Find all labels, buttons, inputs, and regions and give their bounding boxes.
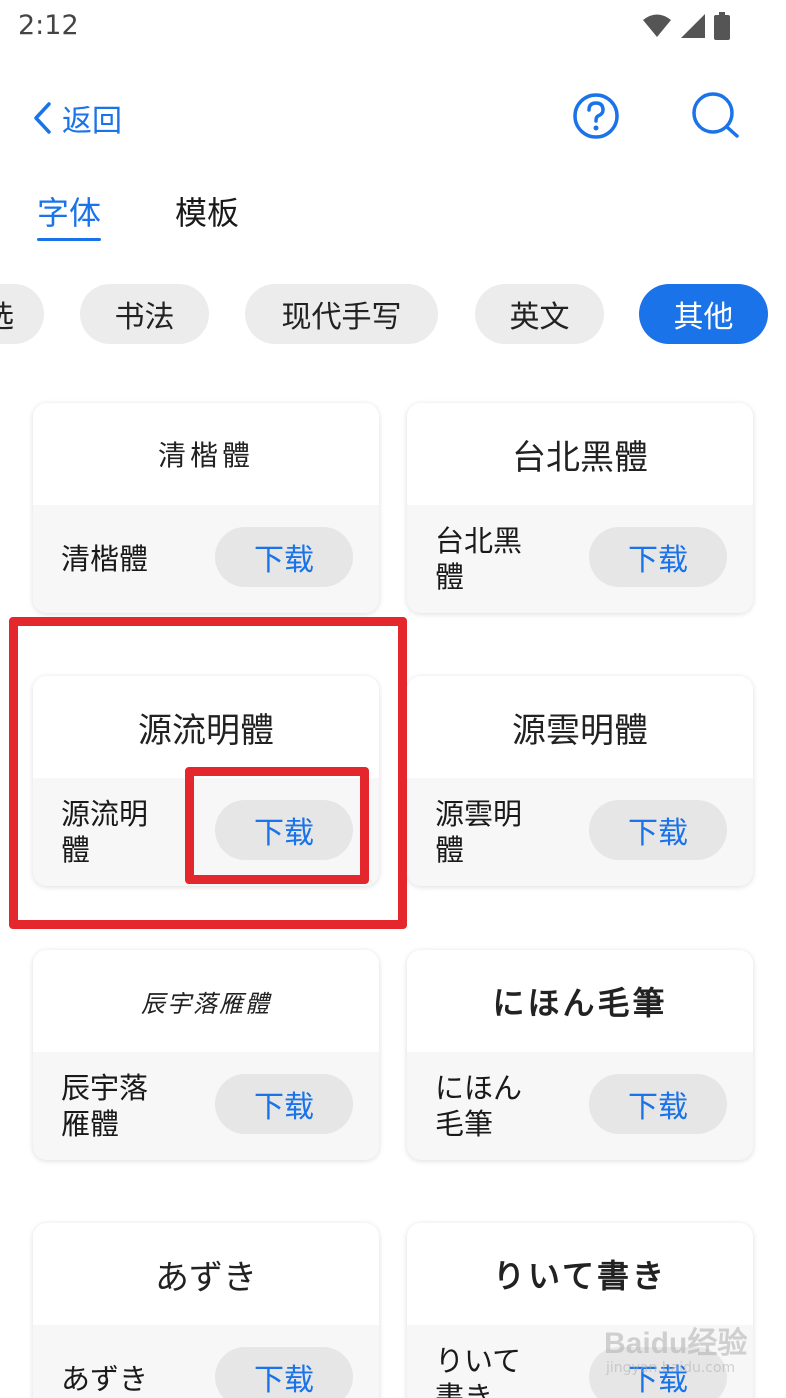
font-name: にほん毛筆 [435,1071,523,1141]
font-card[interactable]: 源流明體 源流明體 下载 [33,676,379,886]
chip-english[interactable]: 英文 [475,284,604,344]
tab-templates[interactable]: 模板 [175,188,239,234]
status-time: 2:12 [18,10,79,41]
font-name: 源流明體 [61,797,149,867]
download-button[interactable]: 下载 [215,800,353,860]
help-button[interactable] [572,92,620,140]
download-button[interactable]: 下载 [215,1074,353,1134]
watermark-logo: Baidu经验 [604,1327,748,1360]
header: 返回 [0,80,786,160]
card-footer: 台北黑體 下载 [407,505,753,613]
chip-featured[interactable]: 选 [0,284,44,344]
search-button[interactable] [690,90,742,142]
chip-label: 选 [0,292,14,336]
back-label: 返回 [62,104,122,139]
back-button[interactable]: 返回 [32,96,122,140]
chip-label: 英文 [509,300,570,335]
font-preview: 源流明體 [33,676,379,778]
tab-fonts[interactable]: 字体 [37,188,101,234]
watermark-url: jingyan.baidu.com [606,1360,736,1376]
font-name: あずき [61,1362,149,1396]
chip-other[interactable]: 其他 [639,284,768,344]
font-preview: 台北黑體 [407,403,753,505]
download-button[interactable]: 下载 [589,800,727,860]
chip-modern-handwriting[interactable]: 现代手写 [245,284,438,344]
battery-icon [714,12,730,40]
font-name: 源雲明體 [435,797,523,867]
card-footer: 清楷體 下载 [33,505,379,613]
font-preview: にほん毛筆 [407,950,753,1052]
card-footer: あずき 下载 [33,1325,379,1398]
font-name: りいて書き [435,1344,522,1398]
font-card[interactable]: あずき あずき 下载 [33,1223,379,1398]
cell-signal-icon [681,14,705,38]
tab-indicator [37,238,101,241]
font-preview: 辰宇落雁體 [33,950,379,1052]
font-preview: あずき [33,1223,379,1325]
category-chips: 选 书法 现代手写 英文 其他 [0,284,786,344]
font-name: 台北黑體 [435,524,523,594]
font-card[interactable]: 源雲明體 源雲明體 下载 [407,676,753,886]
search-icon [692,92,739,138]
tab-bar: 字体 模板 [0,180,786,250]
chip-calligraphy[interactable]: 书法 [80,284,209,344]
status-icons [642,12,730,40]
chip-label: 书法 [114,300,175,335]
font-card[interactable]: 清楷體 清楷體 下载 [33,403,379,613]
status-bar: 2:12 [0,0,786,56]
font-preview: 清楷體 [33,403,379,505]
download-button[interactable]: 下载 [215,1347,353,1398]
card-footer: にほん毛筆 下载 [407,1052,753,1160]
download-button[interactable]: 下载 [589,1074,727,1134]
card-footer: 源流明體 下载 [33,778,379,886]
chip-label: 其他 [673,300,734,335]
font-name: 清楷體 [61,542,149,576]
question-icon [573,93,619,139]
font-card[interactable]: 辰宇落雁體 辰宇落雁體 下载 [33,950,379,1160]
card-footer: 源雲明體 下载 [407,778,753,886]
wifi-icon [643,14,671,37]
font-preview: 源雲明體 [407,676,753,778]
chevron-left-icon [34,102,51,134]
card-footer: 辰宇落雁體 下载 [33,1052,379,1160]
download-button[interactable]: 下载 [589,527,727,587]
font-name: 辰宇落雁體 [61,1071,149,1141]
download-button[interactable]: 下载 [215,527,353,587]
watermark: Baidu经验 jingyan.baidu.com [600,1310,750,1390]
font-card[interactable]: 台北黑體 台北黑體 下载 [407,403,753,613]
chip-label: 现代手写 [281,300,402,335]
font-card[interactable]: にほん毛筆 にほん毛筆 下载 [407,950,753,1160]
